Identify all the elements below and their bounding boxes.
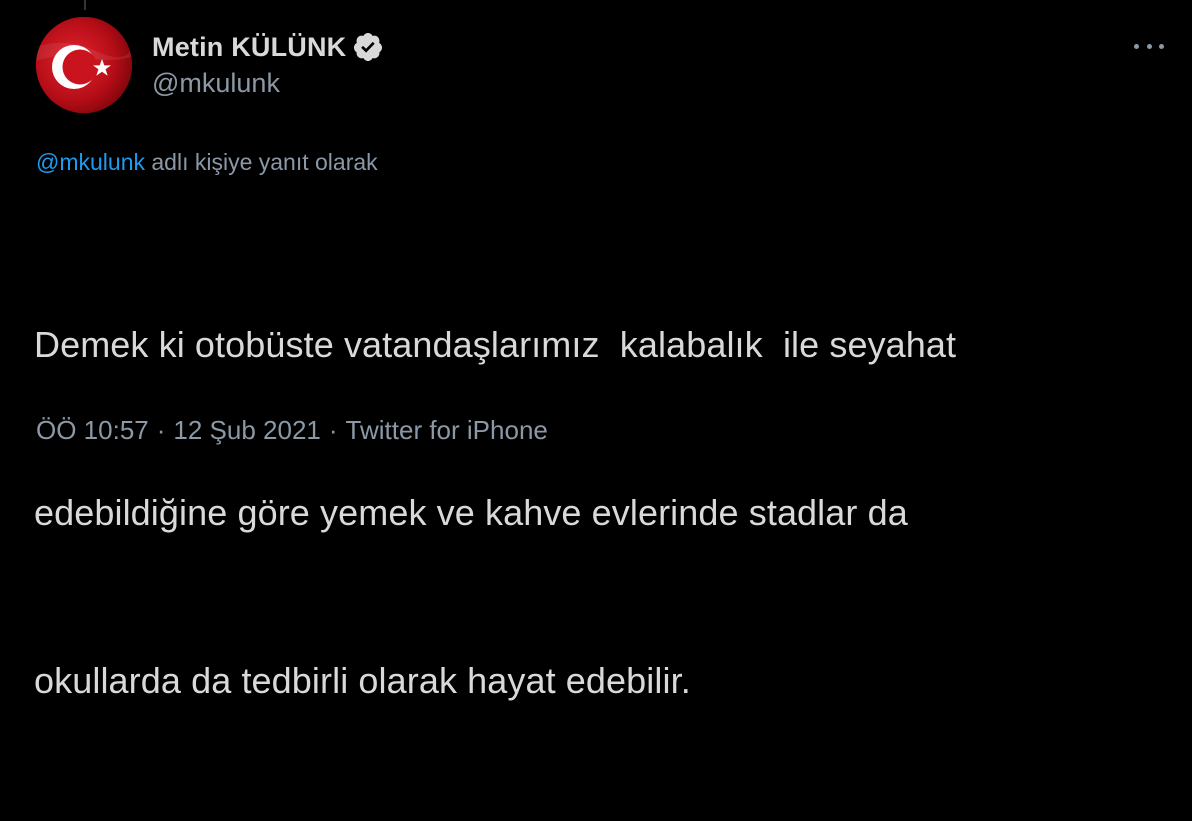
reply-context-label: adlı kişiye yanıt olarak	[151, 149, 378, 175]
tweet-date[interactable]: 12 Şub 2021	[173, 415, 320, 445]
author-display-name[interactable]: Metin KÜLÜNK	[152, 32, 346, 63]
more-dot	[1134, 43, 1139, 49]
tweet-text-line: edebildiğine göre yemek ve kahve evlerin…	[34, 492, 908, 533]
more-options-icon[interactable]	[1132, 34, 1166, 58]
reply-mention-link[interactable]: @mkulunk	[36, 149, 145, 175]
tweet-text-line: Demek ki otobüste vatandaşlarımız kalaba…	[34, 324, 957, 365]
tweet[interactable]: Metin KÜLÜNK @mkulunk @mkulunk adlı kişi…	[0, 0, 1192, 701]
verified-badge-icon	[352, 31, 384, 63]
author-handle[interactable]: @mkulunk	[152, 68, 384, 99]
more-dot	[1159, 43, 1164, 49]
turkish-flag-avatar-icon	[36, 17, 132, 113]
tweet-time[interactable]: ÖÖ 10:57	[36, 415, 149, 445]
name-row: Metin KÜLÜNK	[152, 30, 384, 64]
tweet-metadata: ÖÖ 10:57 · 12 Şub 2021 · Twitter for iPhone	[36, 415, 548, 446]
tweet-text-line: okullarda da tedbirli olarak hayat edebi…	[34, 660, 691, 701]
author-block: Metin KÜLÜNK @mkulunk	[152, 30, 384, 99]
tweet-source: Twitter for iPhone	[345, 415, 548, 445]
meta-separator: ·	[328, 415, 338, 445]
reply-context: @mkulunk adlı kişiye yanıt olarak	[36, 149, 378, 176]
avatar[interactable]	[36, 17, 132, 113]
more-dot	[1146, 43, 1152, 49]
meta-separator: ·	[156, 415, 166, 445]
tweet-text: Demek ki otobüste vatandaşlarımız kalaba…	[34, 205, 1164, 821]
